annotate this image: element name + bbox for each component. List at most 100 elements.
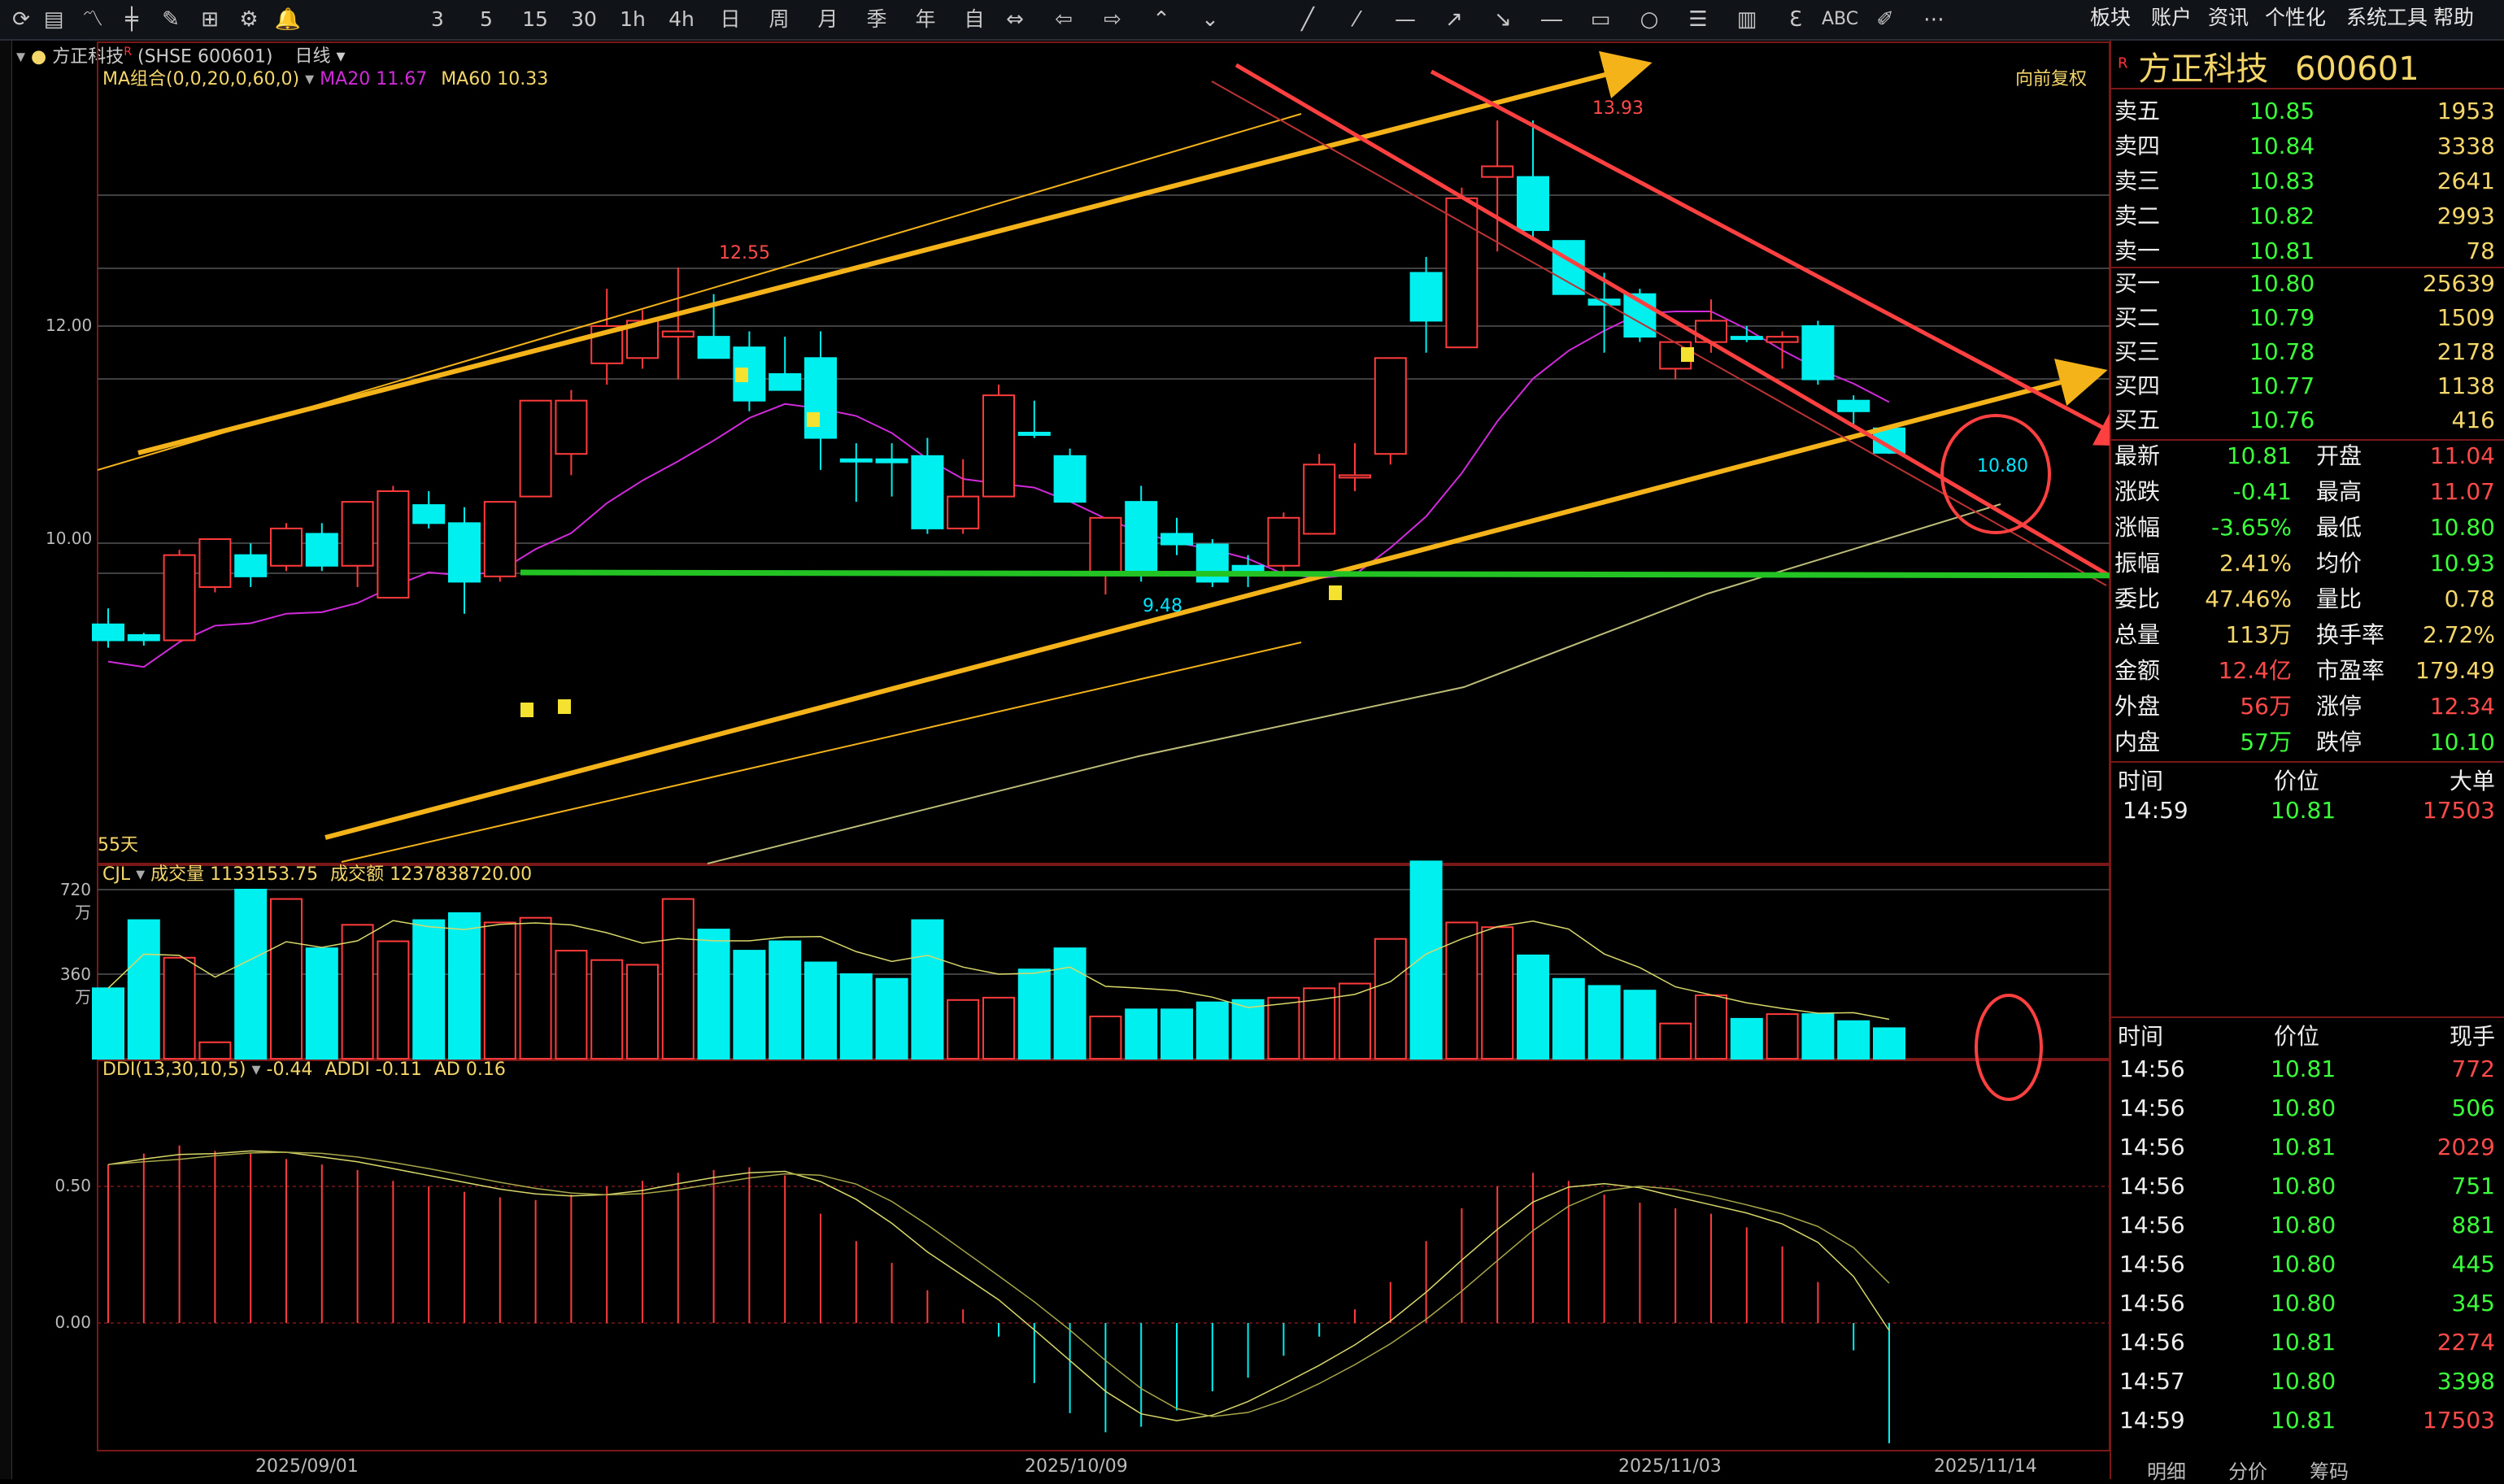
bottom-tab-2[interactable]: 筹码 <box>2310 1456 2349 1484</box>
period-4[interactable]: 1h <box>618 5 647 34</box>
bottom-tab-1[interactable]: 分价 <box>2228 1456 2267 1484</box>
bid-row[interactable]: 买二 10.79 1509 <box>2111 301 2502 335</box>
bar-tool-icon[interactable]: ▥ <box>1732 5 1762 34</box>
period-2[interactable]: 15 <box>520 5 550 34</box>
period-8[interactable]: 月 <box>813 5 843 34</box>
fib-tool-icon[interactable]: ☰ <box>1683 5 1713 34</box>
grid-icon[interactable]: ⊞ <box>195 5 224 34</box>
period-3[interactable]: 30 <box>569 5 599 34</box>
menu-item-2[interactable]: 资讯 <box>2208 3 2249 33</box>
tick-row[interactable]: 14:56 10.80 345 <box>2111 1286 2502 1321</box>
candle <box>1303 463 1336 535</box>
volume-bar <box>1053 947 1087 1060</box>
stat-row[interactable]: 委比 47.46% 量比 0.78 <box>2111 582 2502 616</box>
period-7[interactable]: 周 <box>764 5 794 34</box>
sync-icon[interactable]: ⚙ <box>234 5 263 34</box>
menu-item-5[interactable]: 帮助 <box>2433 3 2474 33</box>
candle-icon[interactable]: ╪ <box>117 5 146 34</box>
bottom-tab-0[interactable]: 明细 <box>2147 1456 2186 1484</box>
ask-row[interactable]: 卖一 10.81 78 <box>2111 234 2502 268</box>
chart-canvas[interactable] <box>0 39 2110 1479</box>
bid-row[interactable]: 买一 10.80 25639 <box>2111 267 2502 301</box>
e-tool-icon[interactable]: Ɛ <box>1781 5 1810 34</box>
zoom-out-icon[interactable]: ⌄ <box>1195 5 1225 34</box>
next-icon[interactable]: ⇨ <box>1098 5 1127 34</box>
menu-item-0[interactable]: 板块 <box>2090 3 2131 33</box>
refresh-icon[interactable]: ⟳ <box>7 5 36 34</box>
eraser-icon[interactable]: ✐ <box>1870 5 1900 34</box>
period-11[interactable]: 自 <box>960 5 989 34</box>
hline-tool-icon[interactable]: — <box>1391 5 1420 34</box>
yellow-upper-thin-line <box>97 113 1302 471</box>
pattern-icon[interactable]: ✎ <box>156 5 185 34</box>
stat-row[interactable]: 最新 10.81 开盘 11.04 <box>2111 439 2502 473</box>
tick-row[interactable]: 14:56 10.80 881 <box>2111 1208 2502 1242</box>
ray-tool-icon[interactable]: ⁄ <box>1342 5 1371 34</box>
volume-legend: CJL ▾ 成交量 1133153.75 成交额 1237838720.00 <box>102 864 533 885</box>
alarm-icon[interactable]: 🔔 <box>273 5 303 34</box>
stat-row[interactable]: 振幅 2.41% 均价 10.93 <box>2111 546 2502 581</box>
text-tool-icon[interactable]: ABC <box>1822 5 1858 34</box>
tick-row[interactable]: 14:59 10.81 17503 <box>2111 1403 2502 1438</box>
candle <box>483 501 516 577</box>
ask-row[interactable]: 卖三 10.83 2641 <box>2111 164 2502 198</box>
tick-row[interactable]: 14:56 10.81 772 <box>2111 1052 2502 1086</box>
tick-row[interactable]: 14:56 10.80 506 <box>2111 1091 2502 1125</box>
menu-item-1[interactable]: 账户 <box>2151 3 2192 33</box>
adjust-label[interactable]: 向前复权 <box>2015 68 2087 91</box>
bid-price: 10.77 <box>2249 372 2315 399</box>
ask-label: 卖四 <box>2114 133 2161 159</box>
menu-item-3[interactable]: 个性化 <box>2265 3 2326 33</box>
hline2-tool-icon[interactable]: ― <box>1537 5 1566 34</box>
ask-row[interactable]: 卖五 10.85 1953 <box>2111 94 2502 128</box>
low-price-label: 9.48 <box>1143 596 1182 616</box>
stat-row[interactable]: 总量 113万 换手率 2.72% <box>2111 618 2502 652</box>
volume-bar <box>555 950 588 1060</box>
candle <box>448 522 481 583</box>
period-6[interactable]: 日 <box>716 5 745 34</box>
tick-time: 14:56 <box>2119 1134 2185 1160</box>
ask-row[interactable]: 卖二 10.82 2993 <box>2111 199 2502 233</box>
stat-row[interactable]: 内盘 57万 跌停 10.10 <box>2111 725 2502 759</box>
more-icon[interactable]: ⋯ <box>1919 5 1949 34</box>
stat-row[interactable]: 涨幅 -3.65% 最低 10.80 <box>2111 511 2502 545</box>
period-10[interactable]: 年 <box>911 5 940 34</box>
stat-row[interactable]: 金额 12.4亿 市盈率 179.49 <box>2111 654 2502 688</box>
tick-row[interactable]: 14:57 10.80 3398 <box>2111 1364 2502 1399</box>
ddi-label[interactable]: DDI(13,30,10,5) <box>102 1060 246 1080</box>
tick-row[interactable]: 14:56 10.80 445 <box>2111 1247 2502 1282</box>
list-icon[interactable]: ▤ <box>39 5 68 34</box>
bid-row[interactable]: 买五 10.76 416 <box>2111 403 2502 437</box>
menu-item-4[interactable]: 系统工具 <box>2346 3 2428 33</box>
arrows-icon[interactable]: ⇔ <box>1000 5 1030 34</box>
candle <box>1766 336 1799 343</box>
tick-header[interactable]: 时间 价位 现手 <box>2111 1020 2502 1054</box>
period-0[interactable]: 3 <box>423 5 452 34</box>
circle-tool-icon[interactable]: ○ <box>1635 5 1664 34</box>
line-chart-icon[interactable]: 〽 <box>78 5 107 34</box>
volume-bar <box>626 964 659 1060</box>
ma-combo-label[interactable]: MA组合(0,0,20,0,60,0) <box>102 69 299 89</box>
big-trade-row[interactable]: 14:59 10.81 17503 <box>2111 794 2502 828</box>
volume-bar <box>1623 990 1657 1060</box>
tick-row[interactable]: 14:56 10.80 751 <box>2111 1169 2502 1203</box>
volume-bar <box>1517 954 1549 1060</box>
period-9[interactable]: 季 <box>862 5 891 34</box>
period-1[interactable]: 5 <box>472 5 501 34</box>
stat-label: 涨停 <box>2316 693 2362 720</box>
bid-row[interactable]: 买三 10.78 2178 <box>2111 335 2502 369</box>
prev-icon[interactable]: ⇦ <box>1049 5 1078 34</box>
stat-row[interactable]: 涨跌 -0.41 最高 11.07 <box>2111 475 2502 509</box>
period-5[interactable]: 4h <box>667 5 696 34</box>
rect-tool-icon[interactable]: ▭ <box>1586 5 1615 34</box>
tick-row[interactable]: 14:56 10.81 2029 <box>2111 1130 2502 1164</box>
arrow-tool-icon[interactable]: ↗ <box>1439 5 1469 34</box>
stat-row[interactable]: 外盘 56万 涨停 12.34 <box>2111 690 2502 724</box>
arrow-down-tool-icon[interactable]: ↘ <box>1488 5 1518 34</box>
zoom-in-icon[interactable]: ⌃ <box>1147 5 1176 34</box>
line-tool-icon[interactable]: ╱ <box>1293 5 1322 34</box>
ask-row[interactable]: 卖四 10.84 3338 <box>2111 129 2502 163</box>
cjl-label[interactable]: CJL <box>102 864 130 885</box>
tick-row[interactable]: 14:56 10.81 2274 <box>2111 1325 2502 1360</box>
bid-row[interactable]: 买四 10.77 1138 <box>2111 369 2502 403</box>
